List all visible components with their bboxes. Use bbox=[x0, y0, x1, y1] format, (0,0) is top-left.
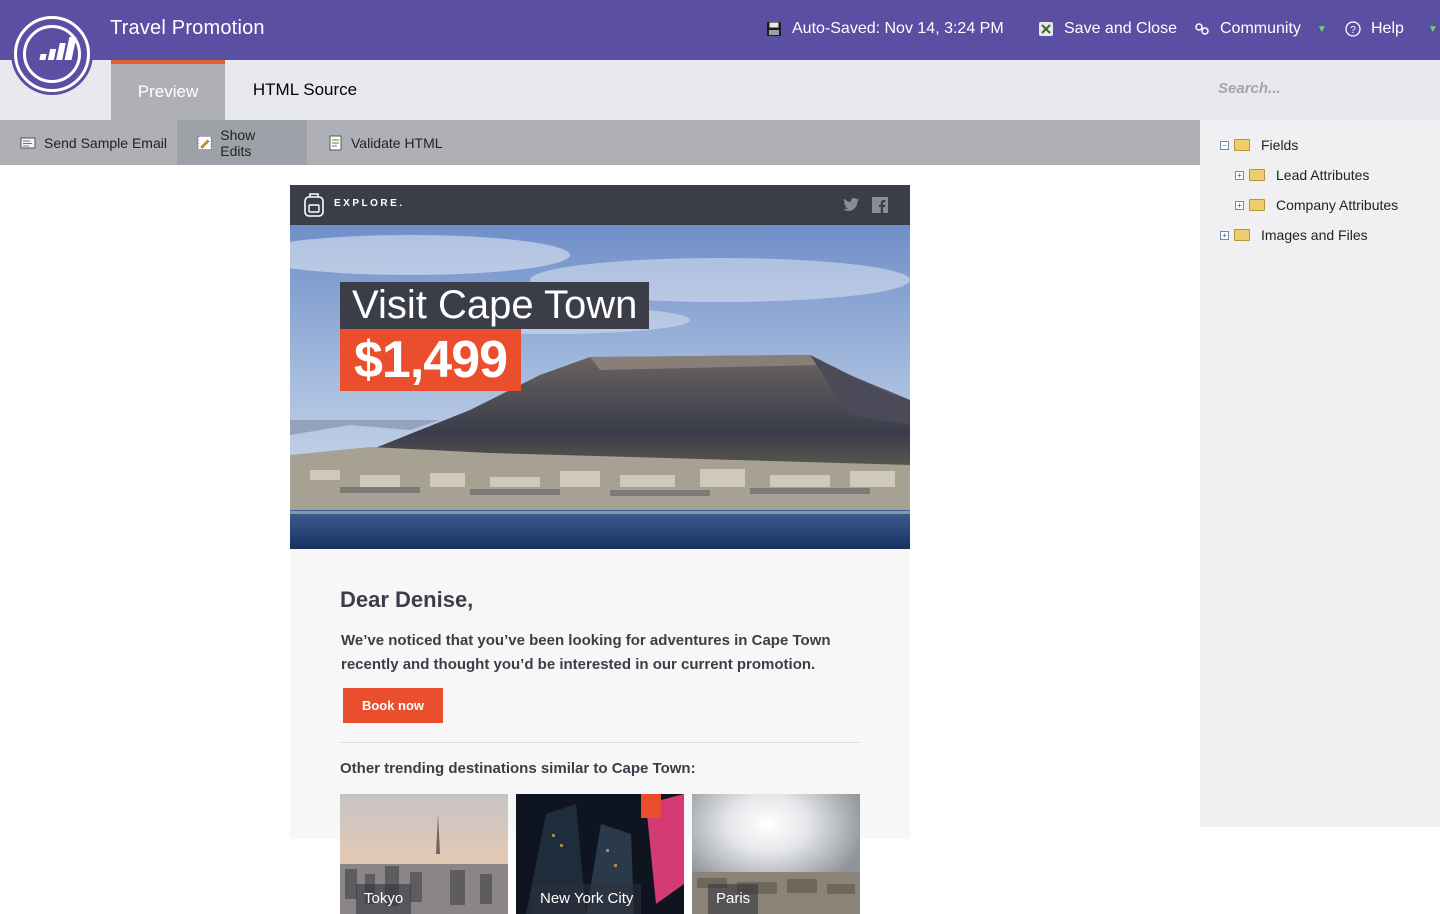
validate-html-label: Validate HTML bbox=[351, 134, 443, 151]
community-label: Community bbox=[1220, 20, 1301, 37]
search-input[interactable] bbox=[1218, 80, 1418, 97]
folder-icon bbox=[1249, 199, 1265, 211]
expand-icon[interactable]: + bbox=[1235, 170, 1244, 180]
floppy-disk-icon bbox=[767, 22, 781, 36]
destination-label: Tokyo bbox=[356, 884, 412, 914]
tab-html-source[interactable]: HTML Source bbox=[225, 60, 385, 120]
logo-ring bbox=[23, 25, 81, 83]
book-now-button[interactable]: Book now bbox=[343, 688, 443, 723]
destination-card-new-york[interactable]: New York City bbox=[516, 794, 684, 914]
expand-icon[interactable]: + bbox=[1220, 230, 1229, 240]
email-preview: EXPLORE. Visit Cape Town $1,499 Dear Den… bbox=[290, 185, 910, 914]
hero-price: $1,499 bbox=[340, 329, 522, 391]
email-brand: EXPLORE. bbox=[334, 198, 405, 209]
collapse-icon[interactable]: − bbox=[1220, 140, 1229, 150]
help-label: Help bbox=[1371, 20, 1404, 37]
edit-pencil-icon bbox=[197, 135, 212, 150]
document-check-icon bbox=[329, 135, 342, 150]
hero-title: Visit Cape Town bbox=[340, 282, 650, 329]
show-edits-button[interactable]: Show Edits bbox=[177, 120, 307, 165]
envelope-icon bbox=[20, 137, 36, 148]
trending-heading: Other trending destinations similar to C… bbox=[340, 760, 696, 777]
destination-label: Paris bbox=[708, 884, 759, 914]
email-body-text: We’ve noticed that you’ve been looking f… bbox=[341, 632, 831, 673]
send-sample-label: Send Sample Email bbox=[44, 134, 167, 151]
caret-down-icon: ▼ bbox=[1316, 23, 1327, 35]
expand-icon[interactable]: + bbox=[1235, 200, 1244, 210]
backpack-icon bbox=[304, 193, 324, 217]
tree-item-images-and-files[interactable]: + Images and Files bbox=[1220, 227, 1368, 243]
twitter-icon[interactable] bbox=[842, 197, 860, 213]
logo-bar bbox=[64, 37, 77, 60]
destination-card-paris[interactable]: Paris bbox=[692, 794, 860, 914]
app-logo[interactable] bbox=[14, 16, 90, 92]
assets-panel: − Fields + Lead Attributes + Company Att… bbox=[1200, 120, 1440, 827]
destination-card-tokyo[interactable]: Tokyo bbox=[340, 794, 508, 914]
email-header: EXPLORE. bbox=[290, 185, 910, 225]
tab-preview[interactable]: Preview bbox=[111, 60, 225, 120]
logo-bar bbox=[39, 54, 47, 60]
tree-label: Images and Files bbox=[1261, 227, 1368, 243]
tree-label: Lead Attributes bbox=[1276, 167, 1370, 183]
folder-icon bbox=[1249, 169, 1265, 181]
tree-item-lead-attributes[interactable]: + Lead Attributes bbox=[1235, 167, 1369, 183]
send-sample-email-button[interactable]: Send Sample Email bbox=[0, 120, 187, 165]
caret-down-icon: ▼ bbox=[1427, 23, 1438, 35]
editor-toolbar: Send Sample Email Show Edits Validate HT… bbox=[0, 120, 1200, 165]
facebook-icon[interactable] bbox=[872, 197, 888, 213]
save-and-close-button[interactable]: Save and Close bbox=[1038, 20, 1177, 38]
tree-item-fields[interactable]: − Fields bbox=[1220, 137, 1298, 153]
save-and-close-label: Save and Close bbox=[1064, 20, 1177, 37]
folder-open-icon bbox=[1234, 139, 1250, 151]
show-edits-label: Show Edits bbox=[220, 126, 256, 159]
help-menu[interactable]: ? Help ▼ bbox=[1345, 20, 1438, 38]
hero-image-cape-town: Visit Cape Town $1,499 bbox=[290, 225, 910, 549]
app-title: Travel Promotion bbox=[110, 17, 265, 39]
divider bbox=[341, 742, 859, 743]
community-menu[interactable]: Community ▼ bbox=[1194, 20, 1327, 38]
tree-label: Company Attributes bbox=[1276, 197, 1399, 213]
save-close-icon bbox=[1039, 22, 1053, 36]
autosave-status: Auto-Saved: Nov 14, 3:24 PM bbox=[766, 20, 1004, 38]
tree-item-company-attributes[interactable]: + Company Attributes bbox=[1235, 197, 1398, 213]
tree-label: Fields bbox=[1261, 137, 1299, 153]
destination-label: New York City bbox=[532, 884, 642, 914]
validate-html-button[interactable]: Validate HTML bbox=[307, 120, 463, 165]
email-greeting: Dear Denise, bbox=[340, 587, 474, 612]
folder-icon bbox=[1234, 229, 1250, 241]
community-icon bbox=[1195, 23, 1209, 35]
logo-bar bbox=[47, 49, 57, 60]
autosave-text: Auto-Saved: Nov 14, 3:24 PM bbox=[792, 20, 1004, 37]
svg-text:?: ? bbox=[1350, 25, 1356, 36]
help-icon: ? bbox=[1345, 21, 1361, 37]
top-bar: Travel Promotion Auto-Saved: Nov 14, 3:2… bbox=[0, 0, 1440, 60]
